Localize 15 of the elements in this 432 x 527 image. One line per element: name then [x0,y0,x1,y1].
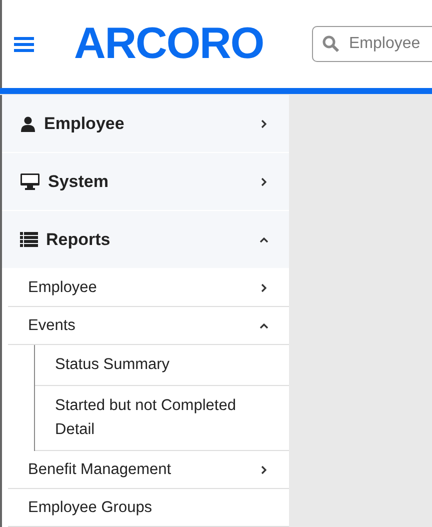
menu-item[interactable]: Employee Groups [8,489,289,527]
menu-item[interactable]: Employee [8,269,289,307]
logo: ARCORO [74,19,264,69]
menu-icon[interactable] [14,35,36,53]
menu-item[interactable]: Events [8,307,289,345]
list-icon [20,232,38,247]
sidebar-section[interactable]: System [2,153,289,211]
sidebar-section[interactable]: Employee [2,95,289,153]
search-field[interactable]: Employee [312,26,432,62]
user-icon [20,116,36,132]
submenu-item[interactable]: Started but not Completed Detail [35,386,289,451]
submenu-item[interactable]: Status Summary [35,345,289,386]
monitor-icon [20,173,40,190]
menu-item[interactable]: Benefit Management [8,451,289,489]
sidebar-section[interactable]: Reports [2,211,289,269]
